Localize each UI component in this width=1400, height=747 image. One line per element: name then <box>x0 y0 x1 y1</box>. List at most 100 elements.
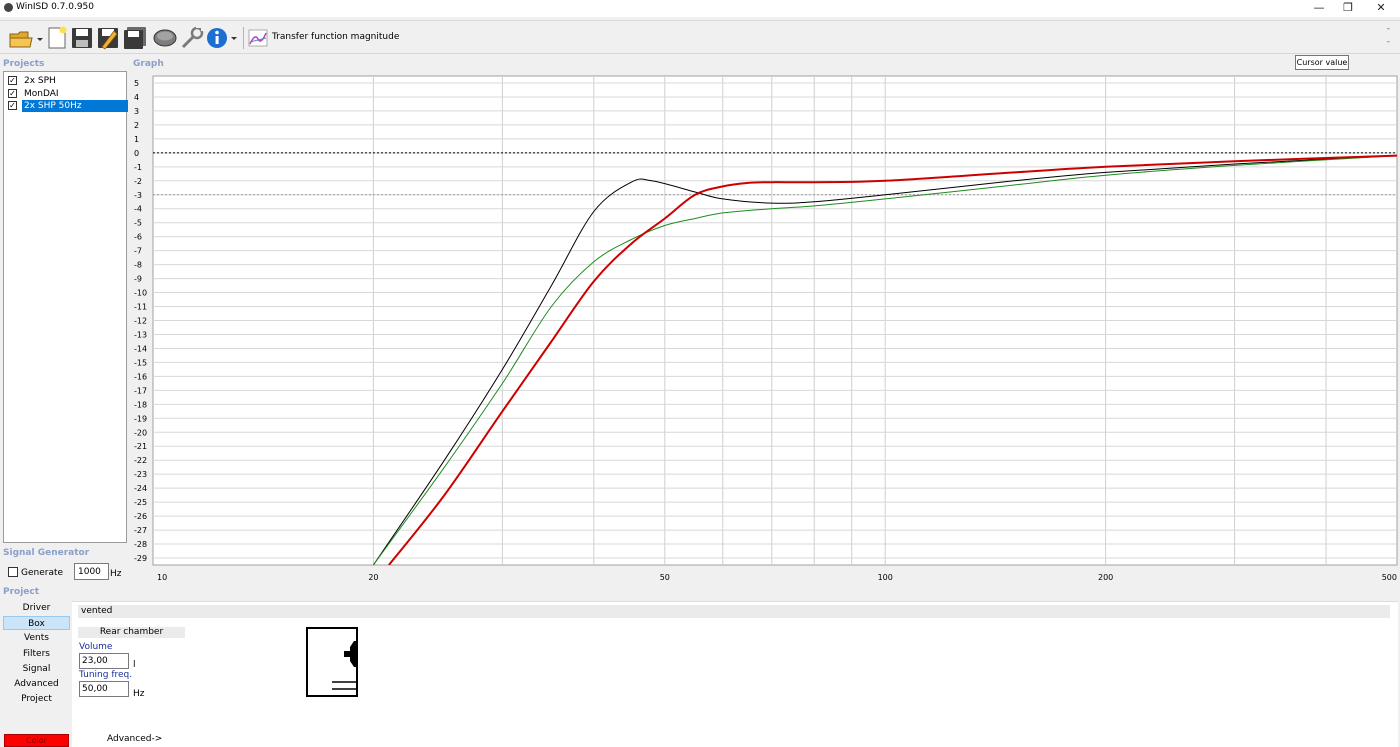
y-tick-label: -20 <box>134 428 147 437</box>
box-panel <box>72 601 1398 747</box>
toolbar-scroll-up[interactable]: - <box>1387 24 1390 34</box>
y-tick-label: -21 <box>134 442 147 451</box>
nav-box[interactable]: Box <box>3 616 70 630</box>
nav-signal[interactable]: Signal <box>3 662 70 676</box>
close-button[interactable]: ✕ <box>1364 0 1398 17</box>
project-checkbox[interactable]: ✓ <box>8 76 17 85</box>
driver-icon[interactable] <box>152 25 178 51</box>
toolbar: Transfer function magnitude - - <box>0 20 1400 54</box>
signal-generator-label: Signal Generator <box>3 548 90 558</box>
new-project-icon[interactable] <box>46 25 68 51</box>
tuning-frequency-unit: Hz <box>133 689 145 699</box>
x-tick-label: 200 <box>1098 573 1113 582</box>
x-tick-label: 10 <box>157 573 167 582</box>
generate-checkbox[interactable] <box>8 567 18 577</box>
volume-input[interactable] <box>79 653 129 669</box>
transfer-function-chart[interactable]: 543210-1-2-3-4-5-6-7-8-9-10-11-12-13-14-… <box>130 70 1398 588</box>
toolbar-separator <box>243 27 244 49</box>
y-tick-label: -6 <box>134 233 142 242</box>
info-icon[interactable] <box>206 25 240 51</box>
y-tick-label: 2 <box>134 121 139 130</box>
y-tick-label: -2 <box>134 177 142 186</box>
rear-chamber-header: Rear chamber <box>78 627 185 638</box>
volume-unit: l <box>133 660 136 670</box>
x-tick-label: 50 <box>660 573 670 582</box>
open-project-icon[interactable] <box>8 25 44 51</box>
generator-frequency-unit: Hz <box>110 569 122 579</box>
project-item[interactable]: ✓ 2x SPH <box>6 75 126 87</box>
y-tick-label: -12 <box>134 317 147 326</box>
x-tick-label: 100 <box>878 573 893 582</box>
nav-driver[interactable]: Driver <box>3 601 70 615</box>
project-nav-label: Project <box>3 587 40 597</box>
cursor-value-tooltip: Cursor value <box>1295 55 1349 70</box>
y-tick-label: -13 <box>134 330 147 339</box>
y-tick-label: 1 <box>134 135 139 144</box>
tuning-frequency-label: Tuning freq. <box>79 670 133 680</box>
nav-project[interactable]: Project <box>3 692 70 706</box>
y-tick-label: -29 <box>134 554 147 563</box>
project-label[interactable]: 2x SHP 50Hz <box>22 100 128 112</box>
project-label[interactable]: 2x SPH <box>22 75 58 87</box>
tuning-frequency-input[interactable] <box>79 681 129 697</box>
y-tick-label: -28 <box>134 540 147 549</box>
y-tick-label: -19 <box>134 414 147 423</box>
box-type-select[interactable]: vented <box>78 605 1390 618</box>
nav-advanced[interactable]: Advanced <box>3 677 70 691</box>
y-tick-label: -18 <box>134 400 147 409</box>
y-tick-label: -25 <box>134 498 147 507</box>
y-tick-label: -22 <box>134 456 147 465</box>
y-tick-label: -24 <box>134 484 147 493</box>
y-tick-label: -15 <box>134 358 147 367</box>
window-title: WinISD 0.7.0.950 <box>16 2 95 12</box>
y-tick-label: -4 <box>134 205 142 214</box>
project-item-selected[interactable]: ✓ 2x SHP 50Hz <box>6 100 128 112</box>
project-label[interactable]: MonDAI <box>22 88 61 100</box>
project-item[interactable]: ✓ MonDAI <box>6 88 126 100</box>
save-icon[interactable] <box>70 25 94 51</box>
y-tick-label: -8 <box>134 261 142 270</box>
y-tick-label: 5 <box>134 79 139 88</box>
project-checkbox[interactable]: ✓ <box>8 89 17 98</box>
x-tick-label: 500 <box>1382 573 1397 582</box>
generate-label[interactable]: Generate <box>21 568 63 578</box>
save-all-icon[interactable] <box>122 25 148 51</box>
y-tick-label: -1 <box>134 163 142 172</box>
graph-area[interactable]: 5 4 3 2 1 0 -1 -2 -3 -4 -5 -6 -7 -8 -9 -10 -11 -12 -13 -14-… <box>130 70 1398 588</box>
app-icon <box>4 3 13 12</box>
volume-label: Volume <box>79 642 113 652</box>
color-button[interactable]: Color <box>4 734 69 747</box>
y-tick-label: -7 <box>134 247 142 256</box>
graph-type-icon[interactable] <box>247 25 269 51</box>
y-tick-label: 0 <box>134 149 139 158</box>
y-tick-label: -3 <box>134 191 142 200</box>
y-tick-label: 4 <box>134 93 139 102</box>
y-tick-label: 3 <box>134 107 139 116</box>
advanced-link[interactable]: Advanced-> <box>107 734 162 744</box>
vented-box-diagram <box>306 627 358 697</box>
y-tick-label: -10 <box>134 289 147 298</box>
y-tick-label: -17 <box>134 386 147 395</box>
y-tick-label: -9 <box>134 275 142 284</box>
graph-type-label[interactable]: Transfer function magnitude <box>272 32 399 42</box>
graph-label: Graph <box>133 59 164 69</box>
y-tick-label: -26 <box>134 512 147 521</box>
y-tick-label: -5 <box>134 219 142 228</box>
x-tick-label: 20 <box>368 573 378 582</box>
tools-icon[interactable] <box>180 25 204 51</box>
restore-button[interactable]: ❐ <box>1331 0 1365 17</box>
y-tick-label: -11 <box>134 303 147 312</box>
projects-label: Projects <box>3 59 45 69</box>
y-tick-label: -23 <box>134 470 147 479</box>
generator-frequency-input[interactable] <box>74 563 109 580</box>
project-checkbox[interactable]: ✓ <box>8 101 17 110</box>
projects-list[interactable]: ✓ 2x SPH ✓ MonDAI ✓ 2x SHP 50Hz <box>3 71 128 543</box>
save-as-icon[interactable] <box>96 25 120 51</box>
nav-vents[interactable]: Vents <box>3 631 70 645</box>
y-tick-label: -27 <box>134 526 147 535</box>
y-tick-label: -16 <box>134 372 147 381</box>
title-bar: WinISD 0.7.0.950 — ❐ ✕ <box>0 0 1400 17</box>
y-tick-label: -14 <box>134 344 147 353</box>
nav-filters[interactable]: Filters <box>3 647 70 661</box>
toolbar-scroll-down[interactable]: - <box>1387 37 1390 47</box>
